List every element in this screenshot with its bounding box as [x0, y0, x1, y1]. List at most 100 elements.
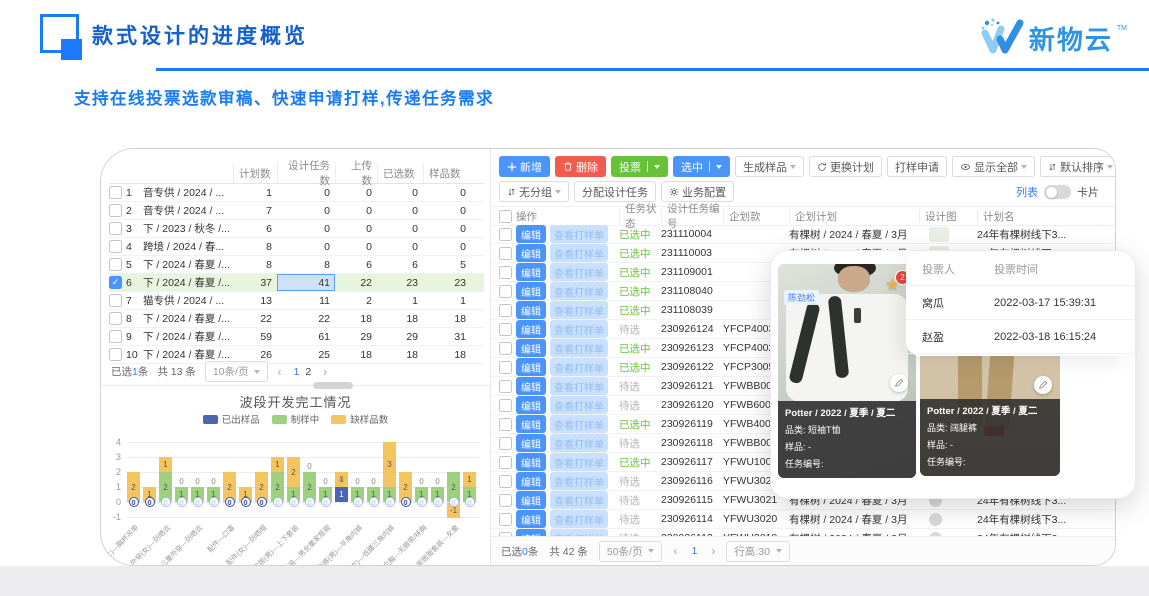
view-sample-order-button[interactable]: 查看打样单 — [550, 339, 608, 357]
view-sample-order-button[interactable]: 查看打样单 — [550, 358, 608, 376]
edit-button[interactable]: 编辑 — [516, 263, 546, 281]
edit-button[interactable]: 编辑 — [516, 225, 546, 243]
designer-name-link[interactable]: 陈劲松 — [784, 290, 819, 305]
row-checkbox[interactable]: ✓ — [499, 456, 512, 469]
row-checkbox[interactable]: ✓ — [109, 348, 122, 361]
edit-button[interactable]: 编辑 — [516, 472, 546, 490]
card-view-label[interactable]: 卡片 — [1077, 184, 1099, 200]
legend-item[interactable]: 已出样品 — [203, 412, 260, 426]
row-checkbox[interactable]: ✓ — [499, 323, 512, 336]
row-checkbox[interactable]: ✓ — [499, 361, 512, 374]
prev-page-button[interactable]: ‹ — [277, 365, 281, 379]
row-checkbox[interactable]: ✓ — [109, 312, 122, 325]
view-sample-order-button[interactable]: 查看打样单 — [550, 263, 608, 281]
resize-handle[interactable] — [313, 382, 353, 389]
view-sample-order-button[interactable]: 查看打样单 — [550, 225, 608, 243]
toolbar-button-投票[interactable]: 投票 — [611, 156, 668, 177]
edit-button[interactable]: 编辑 — [516, 510, 546, 528]
view-sample-order-button[interactable]: 查看打样单 — [550, 472, 608, 490]
view-sample-order-button[interactable]: 查看打样单 — [550, 320, 608, 338]
edit-button[interactable]: 编辑 — [516, 244, 546, 262]
design-thumbnail[interactable] — [929, 513, 942, 526]
toolbar-button-无分组[interactable]: 无分组 — [499, 181, 569, 202]
edit-button[interactable]: 编辑 — [516, 320, 546, 338]
plan-table-row[interactable]: ✓9下 / 2024 / 春夏 /...5961292931 — [109, 328, 484, 346]
toolbar-button-显示全部[interactable]: 显示全部 — [952, 156, 1035, 177]
prev-page-button[interactable]: ‹ — [673, 544, 677, 558]
task-table-row[interactable]: ✓编辑查看打样单已选中231110004有棵树 / 2024 / 春夏 / 3月… — [491, 225, 1115, 244]
view-sample-order-button[interactable]: 查看打样单 — [550, 491, 608, 509]
row-checkbox[interactable]: ✓ — [499, 475, 512, 488]
task-table-row[interactable]: ✓编辑查看打样单待选230926114YFWU3020有棵树 / 2024 / … — [491, 510, 1115, 529]
edit-button[interactable]: 编辑 — [516, 358, 546, 376]
toolbar-button-更换计划[interactable]: 更换计划 — [809, 156, 882, 177]
row-checkbox[interactable]: ✓ — [499, 266, 512, 279]
toolbar-button-选中[interactable]: 选中 — [673, 156, 730, 177]
row-checkbox[interactable]: ✓ — [499, 418, 512, 431]
row-checkbox[interactable]: ✓ — [109, 258, 122, 271]
next-page-button[interactable]: › — [323, 365, 327, 379]
row-checkbox[interactable]: ✓ — [499, 342, 512, 355]
toolbar-button-业务配置[interactable]: 业务配置 — [661, 181, 734, 202]
page-size-select[interactable]: 10条/页 — [205, 361, 269, 382]
row-height-select[interactable]: 行高:30 — [726, 541, 790, 562]
edit-icon[interactable] — [1034, 376, 1052, 394]
view-sample-order-button[interactable]: 查看打样单 — [550, 282, 608, 300]
edit-icon[interactable] — [890, 374, 908, 392]
row-checkbox[interactable]: ✓ — [499, 437, 512, 450]
toolbar-button-新增[interactable]: 新增 — [499, 156, 550, 177]
plan-table-row[interactable]: ✓5下 / 2024 / 春夏 /...88665 — [109, 256, 484, 274]
view-sample-order-button[interactable]: 查看打样单 — [550, 377, 608, 395]
row-checkbox[interactable]: ✓ — [109, 222, 122, 235]
row-checkbox[interactable]: ✓ — [499, 285, 512, 298]
row-checkbox[interactable]: ✓ — [109, 204, 122, 217]
row-checkbox[interactable]: ✓ — [499, 228, 512, 241]
row-checkbox[interactable]: ✓ — [499, 380, 512, 393]
edit-button[interactable]: 编辑 — [516, 415, 546, 433]
view-sample-order-button[interactable]: 查看打样单 — [550, 301, 608, 319]
view-sample-order-button[interactable]: 查看打样单 — [550, 510, 608, 528]
toolbar-button-默认排序[interactable]: 默认排序 — [1040, 156, 1116, 177]
view-sample-order-button[interactable]: 查看打样单 — [550, 415, 608, 433]
view-sample-order-button[interactable]: 查看打样单 — [550, 434, 608, 452]
row-checkbox[interactable]: ✓ — [499, 399, 512, 412]
page-number[interactable]: 1 — [688, 545, 700, 557]
toolbar-button-分配设计任务[interactable]: 分配设计任务 — [574, 181, 656, 202]
row-checkbox[interactable]: ✓ — [109, 294, 122, 307]
edit-button[interactable]: 编辑 — [516, 339, 546, 357]
edit-button[interactable]: 编辑 — [516, 282, 546, 300]
plan-table-row[interactable]: ✓3下 / 2023 / 秋冬 /...60000 — [109, 220, 484, 238]
view-toggle-switch[interactable] — [1044, 185, 1071, 199]
row-checkbox[interactable]: ✓ — [499, 513, 512, 526]
edit-button[interactable]: 编辑 — [516, 453, 546, 471]
edit-button[interactable]: 编辑 — [516, 396, 546, 414]
row-checkbox[interactable]: ✓ — [109, 240, 122, 253]
toolbar-button-删除[interactable]: 删除 — [555, 156, 606, 177]
design-thumbnail[interactable] — [929, 227, 949, 242]
row-checkbox[interactable]: ✓ — [109, 330, 122, 343]
view-sample-order-button[interactable]: 查看打样单 — [550, 244, 608, 262]
plan-table-row[interactable]: ✓7猫专供 / 2024 / ...1311211 — [109, 292, 484, 310]
row-checkbox[interactable]: ✓ — [499, 247, 512, 260]
plan-table-row[interactable]: ✓8下 / 2024 / 春夏 /...2222181818 — [109, 310, 484, 328]
edit-button[interactable]: 编辑 — [516, 377, 546, 395]
view-sample-order-button[interactable]: 查看打样单 — [550, 453, 608, 471]
plan-table-row[interactable]: ✓6下 / 2024 / 春夏 /...3741222323 — [109, 274, 484, 292]
legend-item[interactable]: 缺样品数 — [331, 412, 388, 426]
toolbar-button-打样申请[interactable]: 打样申请 — [887, 156, 947, 177]
edit-button[interactable]: 编辑 — [516, 491, 546, 509]
list-view-label[interactable]: 列表 — [1016, 184, 1038, 200]
row-checkbox[interactable]: ✓ — [109, 186, 122, 199]
row-checkbox[interactable]: ✓ — [499, 304, 512, 317]
page-number[interactable]: 2 — [302, 366, 314, 378]
plan-table-row[interactable]: ✓4跨境 / 2024 / 春...80000 — [109, 238, 484, 256]
page-size-select[interactable]: 50条/页 — [599, 541, 663, 562]
edit-button[interactable]: 编辑 — [516, 434, 546, 452]
row-checkbox[interactable]: ✓ — [499, 494, 512, 507]
next-page-button[interactable]: › — [711, 544, 715, 558]
view-sample-order-button[interactable]: 查看打样单 — [550, 396, 608, 414]
page-number[interactable]: 1 — [290, 366, 302, 378]
select-all-checkbox[interactable]: ✓ — [499, 210, 512, 223]
row-checkbox[interactable]: ✓ — [109, 276, 122, 289]
legend-item[interactable]: 制样中 — [272, 412, 320, 426]
